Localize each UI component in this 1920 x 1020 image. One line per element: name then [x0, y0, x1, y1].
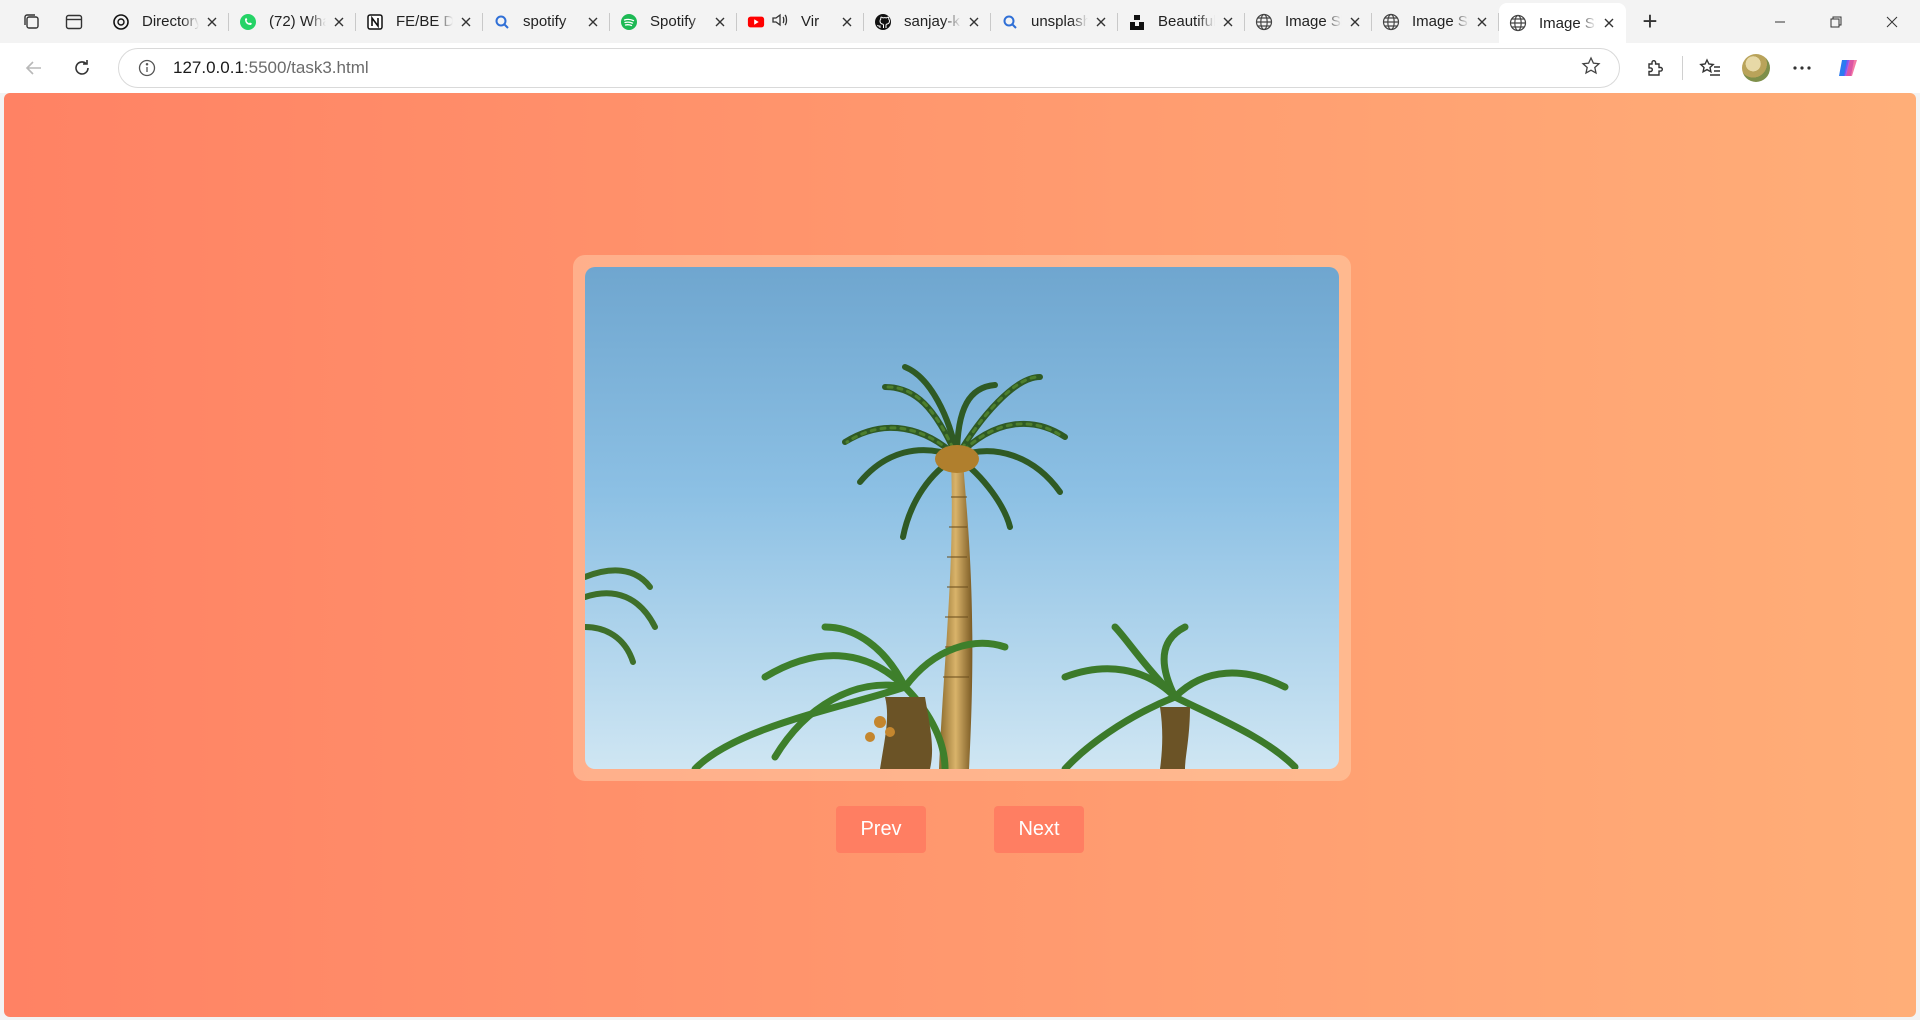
address-bar[interactable]: 127.0.0.1:5500/task3.html [118, 48, 1620, 88]
reload-icon [75, 60, 89, 75]
tab[interactable]: (72) WhatsApp [229, 4, 356, 40]
tab-title: sanjay-k [904, 13, 960, 30]
plus-icon: + [1642, 6, 1658, 36]
tab-title: Beautiful [1158, 13, 1215, 30]
tab[interactable]: Image Sl [1245, 4, 1372, 40]
tab-title: Image Sl [1412, 13, 1469, 30]
globe-icon [1509, 14, 1527, 32]
tab[interactable]: Spotify [610, 4, 737, 40]
globe-icon [1382, 13, 1400, 31]
tab-strip: Directory (72) WhatsApp FE/BE Dev spotify Sp… [0, 0, 1920, 43]
workspaces-icon [24, 13, 39, 29]
profile-button[interactable] [1733, 48, 1779, 88]
tab-close-icon[interactable] [1219, 13, 1237, 31]
extensions-button[interactable] [1632, 48, 1678, 88]
notion-icon [366, 13, 384, 31]
settings-menu-button[interactable] [1779, 48, 1825, 88]
tab-title: Directory [142, 13, 199, 30]
workspaces-button[interactable] [12, 4, 52, 40]
tab-title: unsplash [1031, 13, 1088, 30]
tab-title: Vir [801, 13, 820, 30]
url-host: 127.0.0.1 [173, 58, 244, 77]
minimize-button[interactable] [1752, 0, 1808, 43]
window-controls [1752, 0, 1920, 43]
openai-icon [112, 13, 130, 31]
reload-button[interactable] [62, 48, 102, 88]
browser-toolbar: 127.0.0.1:5500/task3.html [0, 43, 1920, 93]
github-icon [874, 13, 892, 31]
search-icon [493, 13, 511, 31]
youtube-icon [747, 13, 765, 31]
tab[interactable]: spotify [483, 4, 610, 40]
tab[interactable]: Image Sl [1372, 4, 1499, 40]
tab-close-icon[interactable] [1473, 13, 1491, 31]
tab-title: Image Sl [1285, 13, 1342, 30]
new-tab-button[interactable]: + [1632, 4, 1668, 40]
favorite-star-icon[interactable] [1581, 55, 1601, 81]
toolbar-actions [1632, 48, 1871, 88]
prev-button[interactable]: Prev [836, 806, 926, 853]
tab[interactable]: unsplash [991, 4, 1118, 40]
copilot-button[interactable] [1825, 48, 1871, 88]
tab-close-icon[interactable] [1600, 14, 1618, 32]
slider-controls: Prev Next [4, 806, 1916, 853]
tab-close-icon[interactable] [838, 13, 856, 31]
close-icon [1886, 16, 1898, 27]
tab-title: Image Sl [1539, 14, 1596, 32]
slider-image [585, 267, 1339, 769]
copilot-icon [1839, 60, 1857, 76]
favorites-list-icon [1699, 58, 1720, 76]
tab[interactable]: FE/BE Dev [356, 4, 483, 40]
tab-close-icon[interactable] [330, 13, 348, 31]
tab-active[interactable]: Image Sl [1499, 3, 1626, 43]
site-info-icon[interactable] [137, 58, 157, 78]
spotify-icon [620, 13, 638, 31]
tab[interactable]: sanjay-k [864, 4, 991, 40]
unsplash-icon [1128, 13, 1146, 31]
tab-close-icon[interactable] [1346, 13, 1364, 31]
tab-close-icon[interactable] [584, 13, 602, 31]
restore-button[interactable] [1808, 0, 1864, 43]
tab-close-icon[interactable] [457, 13, 475, 31]
tab-title: (72) WhatsApp [269, 13, 326, 30]
tab-list: Directory (72) WhatsApp FE/BE Dev spotify Sp… [102, 0, 1626, 43]
tab[interactable]: Vir [737, 4, 864, 40]
close-window-button[interactable] [1864, 0, 1920, 43]
url-text[interactable]: 127.0.0.1:5500/task3.html [173, 58, 369, 78]
restore-icon [1830, 16, 1842, 27]
globe-icon [1255, 13, 1273, 31]
arrow-left-icon [25, 61, 41, 75]
slider-frame [573, 255, 1351, 781]
speaker-icon[interactable] [771, 11, 789, 33]
toolbar-divider [1682, 56, 1683, 80]
url-path: :5500/task3.html [243, 58, 369, 77]
tab-close-icon[interactable] [965, 13, 983, 31]
tab[interactable]: Beautiful [1118, 4, 1245, 40]
tab-title: FE/BE Dev [396, 13, 453, 30]
tab-actions-button[interactable] [54, 4, 94, 40]
favorites-button[interactable] [1687, 48, 1733, 88]
minimize-icon [1775, 21, 1785, 22]
tab-actions-icon [65, 14, 83, 29]
back-button[interactable] [14, 48, 54, 88]
tab-title: Spotify [650, 13, 696, 30]
whatsapp-icon [239, 13, 257, 31]
more-dots-icon [1793, 66, 1811, 70]
next-button[interactable]: Next [994, 806, 1084, 853]
puzzle-icon [1648, 60, 1663, 76]
tab[interactable]: Directory [102, 4, 229, 40]
tab-close-icon[interactable] [203, 13, 221, 31]
search-icon [1001, 13, 1019, 31]
tab-close-icon[interactable] [711, 13, 729, 31]
page-viewport: Prev Next [4, 93, 1916, 1017]
avatar [1742, 54, 1770, 82]
tab-title: spotify [523, 13, 567, 30]
tab-close-icon[interactable] [1092, 13, 1110, 31]
